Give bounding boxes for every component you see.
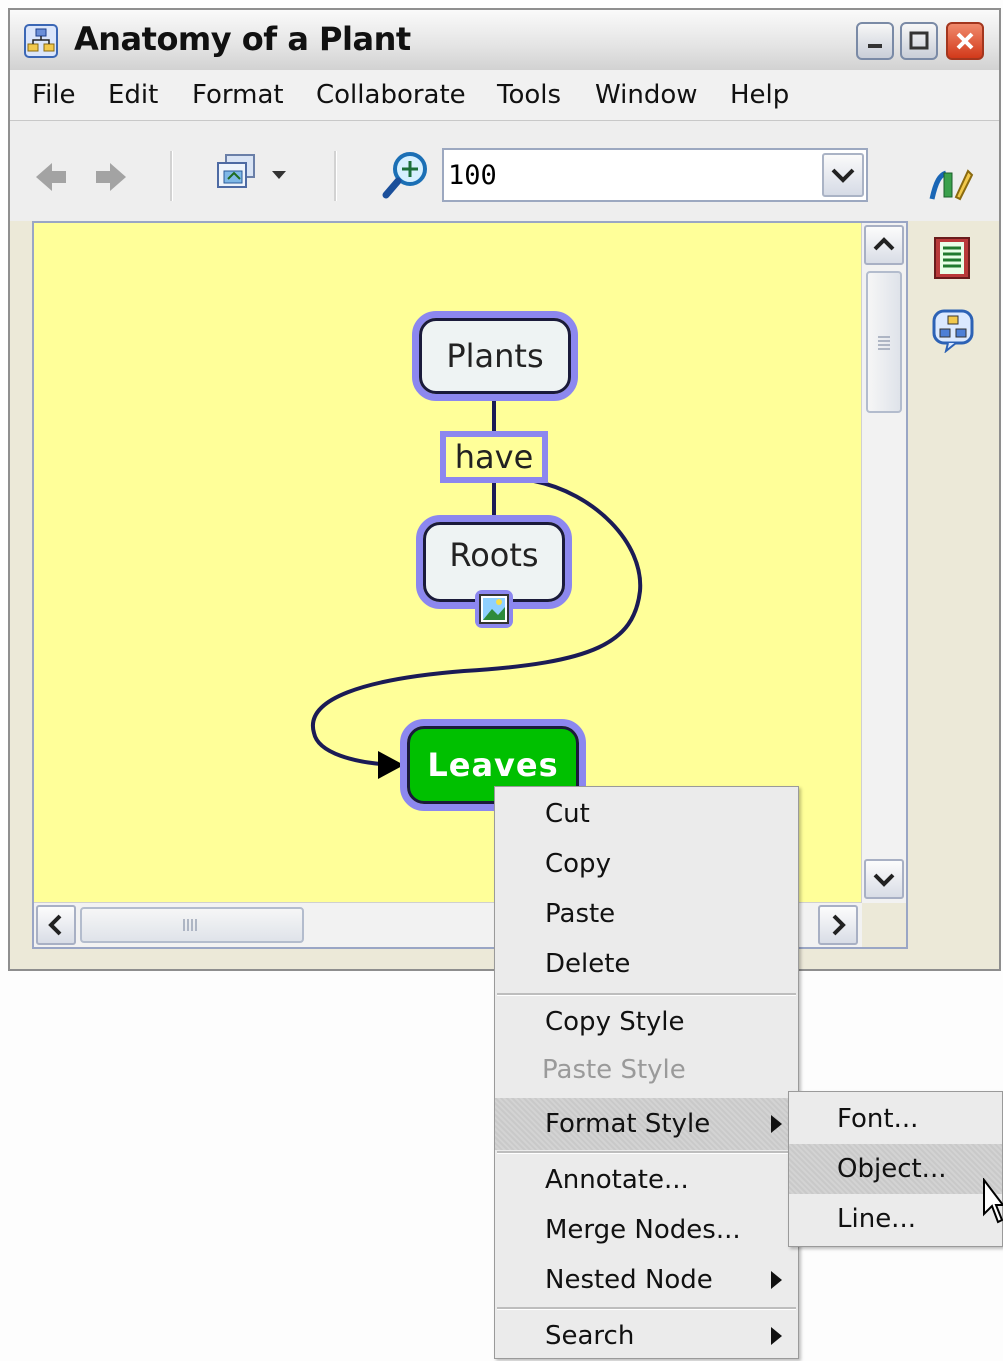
scroll-down-button[interactable] [864,859,904,899]
view-mode-button[interactable] [214,149,296,201]
menu-item-font[interactable]: Font... [789,1094,1002,1144]
toolbar-separator [334,151,337,201]
scroll-right-button[interactable] [818,905,858,945]
chevron-down-icon [831,168,855,183]
concept-map-icon [24,24,58,58]
menu-separator [497,993,796,996]
menu-item-copy-style[interactable]: Copy Style [495,997,798,1047]
chevron-up-icon [873,237,895,251]
grip-icon [183,919,197,931]
menu-format[interactable]: Format [192,80,284,110]
collaboration-icon [932,309,974,354]
menu-item-paste-style: Paste Style [495,1045,798,1095]
toolbar: 100 [10,121,999,221]
menu-item-nested-node[interactable]: Nested Node [495,1255,798,1305]
menu-item-cut-label: Cut [545,799,590,829]
context-menu: Cut Copy Paste Delete Copy Style Paste S… [494,786,799,1359]
notes-button[interactable] [932,235,972,281]
menu-item-merge-nodes-label: Merge Nodes... [545,1215,741,1245]
submenu-arrow-icon [771,1115,782,1133]
menu-tools[interactable]: Tools [497,80,561,110]
scroll-corner [862,903,906,947]
minimize-icon [868,44,882,48]
menu-item-search-label: Search [545,1321,635,1351]
notes-icon [934,237,970,279]
grip-icon [878,336,890,350]
menu-item-paste-label: Paste [545,899,616,929]
scroll-up-button[interactable] [864,225,904,265]
image-resource-icon [475,590,513,628]
format-style-submenu: Font... Object... Line... [788,1091,1003,1247]
image-resource-button[interactable] [472,587,516,631]
menu-collaborate[interactable]: Collaborate [316,80,466,110]
chevron-down-icon [873,873,895,887]
horizontal-scroll-thumb[interactable] [80,907,304,943]
zoom-input[interactable]: 100 [448,160,497,191]
zoom-combobox[interactable]: 100 [442,148,868,202]
forward-button[interactable] [90,157,130,197]
menu-item-delete[interactable]: Delete [495,939,798,989]
node-plants-label: Plants [419,318,571,394]
vertical-scroll-thumb[interactable] [866,271,902,413]
submenu-arrow-icon [771,1271,782,1289]
menu-item-format-style-label: Format Style [545,1109,711,1139]
chevron-right-icon [832,914,846,936]
side-tool-panel [916,121,996,421]
scroll-left-button[interactable] [36,905,76,945]
view-mode-icon [217,154,286,188]
menu-item-object-label: Object... [837,1154,947,1184]
menu-item-paste-style-label: Paste Style [542,1055,686,1085]
menu-window[interactable]: Window [595,80,698,110]
back-button[interactable] [32,157,72,197]
menu-item-delete-label: Delete [545,949,631,979]
menu-item-object[interactable]: Object... [789,1144,1002,1194]
menu-item-copy-label: Copy [545,849,611,879]
title-bar[interactable]: Anatomy of a Plant [10,10,999,71]
back-arrow-icon [36,163,66,191]
close-button[interactable] [946,22,984,60]
menu-item-format-style[interactable]: Format Style [495,1098,798,1150]
link-label-have[interactable]: have [440,431,548,483]
styles-palette-icon [929,169,974,201]
zoom-dropdown-button[interactable] [822,153,864,197]
menu-item-cut[interactable]: Cut [495,789,798,839]
menu-item-annotate[interactable]: Annotate... [495,1155,798,1205]
collaboration-button[interactable] [930,307,976,354]
menu-separator [497,1307,796,1310]
close-icon [956,32,974,50]
menu-file[interactable]: File [32,80,76,110]
menu-item-copy[interactable]: Copy [495,839,798,889]
menu-help[interactable]: Help [730,80,789,110]
maximize-icon [909,31,929,50]
menu-item-annotate-label: Annotate... [545,1165,689,1195]
styles-button[interactable] [926,161,976,207]
maximize-button[interactable] [900,22,938,60]
menu-item-search[interactable]: Search [495,1311,798,1361]
menu-item-font-label: Font... [837,1104,919,1134]
menu-item-line-label: Line... [837,1204,916,1234]
submenu-arrow-icon [771,1327,782,1345]
chevron-left-icon [48,914,62,936]
menu-item-paste[interactable]: Paste [495,889,798,939]
node-plants[interactable]: Plants [412,311,578,401]
menu-item-merge-nodes[interactable]: Merge Nodes... [495,1205,798,1255]
toolbar-separator [170,151,173,201]
window-title: Anatomy of a Plant [74,20,411,58]
menu-item-nested-node-label: Nested Node [545,1265,713,1295]
menu-item-line[interactable]: Line... [789,1194,1002,1244]
menu-bar: File Edit Format Collaborate Tools Windo… [10,70,999,121]
minimize-button[interactable] [856,22,894,60]
mouse-cursor-icon [983,1178,1003,1224]
vertical-scrollbar[interactable] [861,223,906,903]
menu-edit[interactable]: Edit [108,80,158,110]
menu-separator [497,1151,796,1154]
zoom-in-icon [382,152,427,199]
menu-item-copy-style-label: Copy Style [545,1007,685,1037]
forward-arrow-icon [96,163,126,191]
zoom-button[interactable] [380,149,434,203]
